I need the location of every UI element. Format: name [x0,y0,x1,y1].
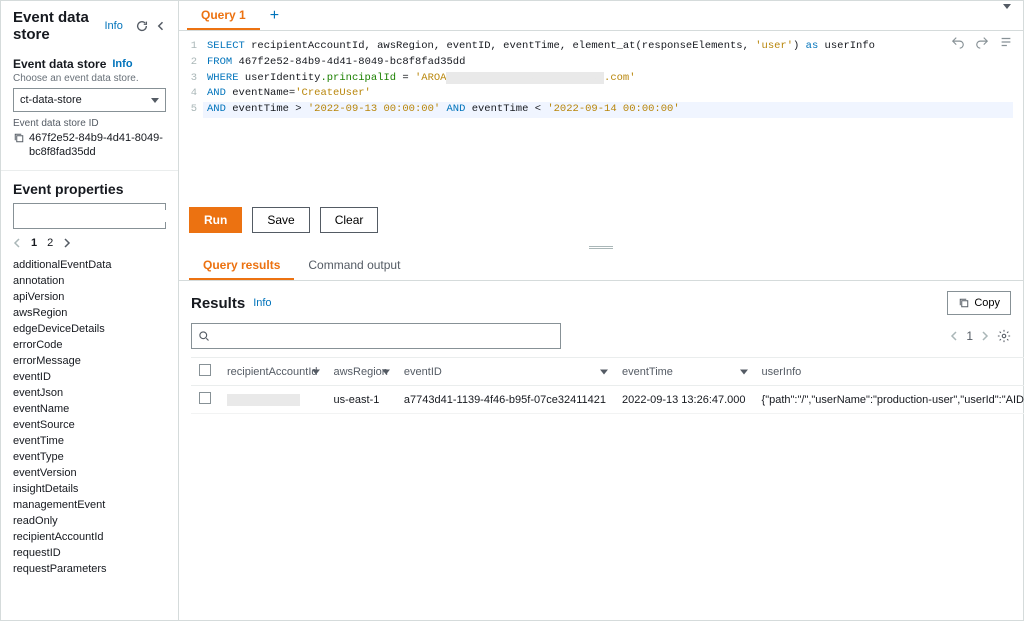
property-item[interactable]: errorCode [13,337,166,353]
column-header[interactable]: awsRegion [326,358,396,386]
property-item[interactable]: readOnly [13,513,166,529]
undo-icon[interactable] [951,35,965,49]
results-search-input[interactable] [214,330,554,342]
property-item[interactable]: eventID [13,369,166,385]
collapse-icon[interactable] [155,17,168,35]
tab-overflow-icon[interactable] [1003,9,1023,23]
property-item[interactable]: additionalEventData [13,257,166,273]
datastore-id: 467f2e52-84b9-4d41-8049-bc8f8fad35dd [29,131,166,160]
property-item[interactable]: recipientAccountId [13,529,166,545]
column-header[interactable]: userInfo [754,358,1024,386]
table-cell: a7743d41-1139-4f46-b95f-07ce32411421 [396,386,614,414]
table-cell: 2022-09-13 13:26:47.000 [614,386,754,414]
table-row[interactable]: XXXXXXXXXXus-east-1a7743d41-1139-4f46-b9… [191,386,1024,414]
clear-button[interactable]: Clear [320,207,379,233]
datastore-section-label: Event data store [13,57,106,71]
event-properties-title: Event properties [13,181,123,197]
main: Query 1 + 12345 SELECT recipientAccountI… [179,1,1023,620]
row-checkbox[interactable] [199,392,211,404]
pager-next-icon[interactable] [63,238,71,248]
column-header[interactable]: recipientAccountId [219,358,326,386]
properties-list: additionalEventDataannotationapiVersiona… [1,255,178,620]
sort-icon [600,369,608,374]
query-tabs: Query 1 + [179,1,1023,31]
tab-query-results[interactable]: Query results [189,252,294,280]
property-item[interactable]: requestID [13,545,166,561]
results-title: Results [191,295,245,312]
property-item[interactable]: annotation [13,273,166,289]
sidebar: Event data store Info Event data store I… [1,1,179,620]
info-link[interactable]: Info [104,20,122,32]
info-link[interactable]: Info [253,297,271,309]
tab-query-1[interactable]: Query 1 [187,1,260,30]
property-item[interactable]: awsRegion [13,305,166,321]
gear-icon[interactable] [997,329,1011,343]
properties-pager: 1 2 [1,235,178,255]
property-item[interactable]: eventName [13,401,166,417]
property-item[interactable]: requestParameters [13,561,166,577]
add-tab-button[interactable]: + [260,7,289,25]
datastore-selected: ct-data-store [20,94,82,106]
property-item[interactable]: eventJson [13,385,166,401]
copy-button[interactable]: Copy [947,291,1011,315]
select-all-checkbox[interactable] [199,364,211,376]
results-search[interactable] [191,323,561,349]
results-page: 1 [966,329,973,343]
datastore-hint: Choose an event data store. [13,73,166,84]
results-tabs: Query results Command output [179,251,1023,281]
sort-icon [382,369,390,374]
results-pager: 1 [950,329,1011,343]
property-item[interactable]: eventSource [13,417,166,433]
info-link[interactable]: Info [112,58,132,70]
pane-splitter[interactable] [179,243,1023,251]
page-2[interactable]: 2 [47,237,53,249]
copy-icon[interactable] [13,132,25,144]
save-button[interactable]: Save [252,207,309,233]
table-cell: XXXXXXXXXX [219,386,326,414]
properties-search-input[interactable] [24,210,166,222]
property-item[interactable]: insightDetails [13,481,166,497]
table-cell: {"path":"/","userName":"production-user"… [754,386,1024,414]
run-button[interactable]: Run [189,207,242,233]
property-item[interactable]: eventType [13,449,166,465]
column-header[interactable]: eventTime [614,358,754,386]
column-header[interactable]: eventID [396,358,614,386]
chevron-down-icon [151,98,159,103]
results-table: recipientAccountIdawsRegioneventIDeventT… [191,357,1024,414]
property-item[interactable]: eventTime [13,433,166,449]
sidebar-title: Event data store [13,9,98,43]
pager-prev-icon[interactable] [13,238,21,248]
sql-editor[interactable]: 12345 SELECT recipientAccountId, awsRegi… [179,31,1023,201]
datastore-select[interactable]: ct-data-store [13,88,166,112]
property-item[interactable]: errorMessage [13,353,166,369]
refresh-icon[interactable] [135,17,149,35]
copy-icon [958,297,970,309]
format-icon[interactable] [999,35,1013,49]
property-item[interactable]: edgeDeviceDetails [13,321,166,337]
sort-icon [312,369,320,374]
sort-icon [740,369,748,374]
pager-next-icon[interactable] [981,331,989,341]
property-item[interactable]: managementEvent [13,497,166,513]
redo-icon[interactable] [975,35,989,49]
search-icon [198,330,210,342]
page-1[interactable]: 1 [31,237,37,249]
datastore-id-label: Event data store ID [13,118,166,129]
tab-command-output[interactable]: Command output [294,252,414,280]
properties-search[interactable] [13,203,166,229]
property-item[interactable]: apiVersion [13,289,166,305]
property-item[interactable]: eventVersion [13,465,166,481]
pager-prev-icon[interactable] [950,331,958,341]
table-cell: us-east-1 [326,386,396,414]
